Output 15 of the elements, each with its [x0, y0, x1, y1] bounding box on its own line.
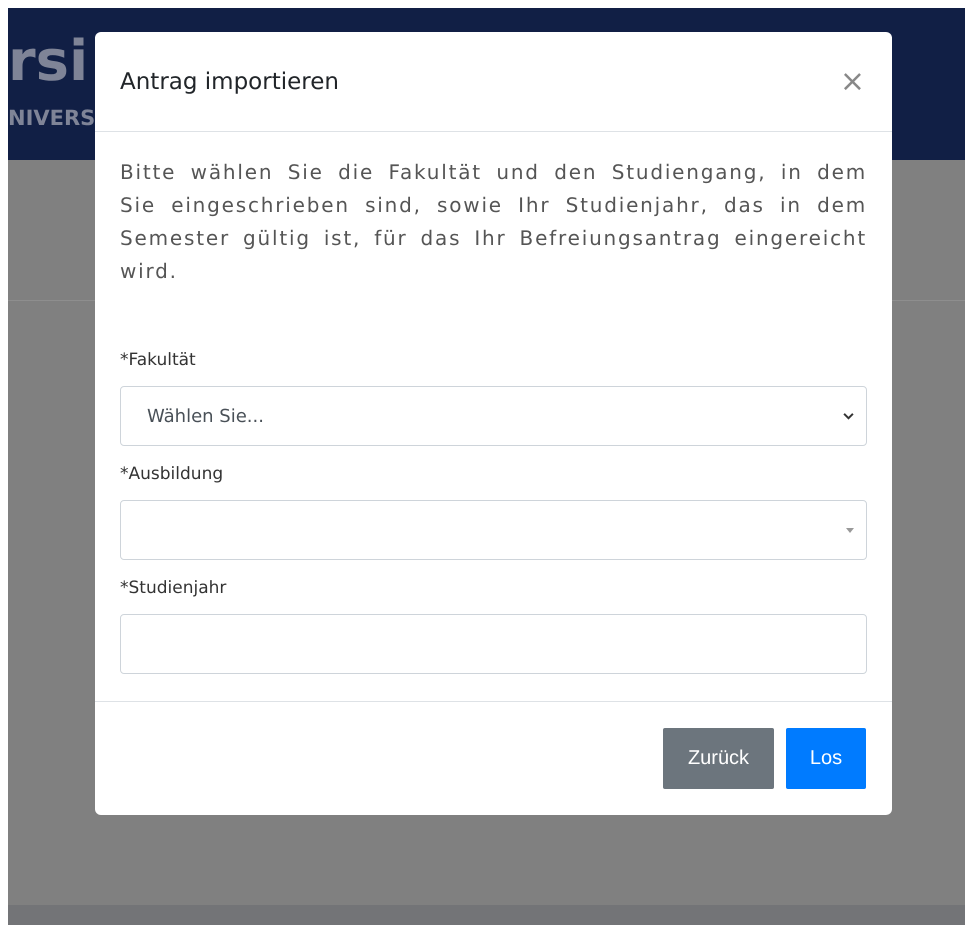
description-text: Bitte wählen Sie die Fakultät und den Studiengang, in dem Sie eingeschrieben sind, sowie Ihr Studienjahr, das in dem Semester gültig ist, für das Ihr Befreiungsantrag eingereicht wird.	[120, 159, 867, 285]
combobox-field[interactable]	[120, 500, 867, 560]
field-label: *Ausbildung	[120, 463, 224, 486]
select-dropdown[interactable]: Wählen Sie...	[120, 386, 867, 446]
modal-title: Antrag importieren	[120, 68, 339, 94]
chevron-down-icon	[843, 412, 854, 420]
back-button[interactable]: Zurück	[663, 728, 774, 789]
logo-text: rsi	[8, 30, 88, 94]
field-label: *Fakultät	[120, 349, 197, 372]
field-label: *Studienjahr	[120, 577, 228, 600]
caret-down-icon	[846, 528, 854, 532]
submit-button[interactable]: Los	[786, 728, 866, 789]
logo-subtitle: NIVERS	[8, 106, 96, 130]
text-input-field[interactable]	[120, 614, 867, 674]
close-button[interactable]: ×	[838, 66, 867, 96]
